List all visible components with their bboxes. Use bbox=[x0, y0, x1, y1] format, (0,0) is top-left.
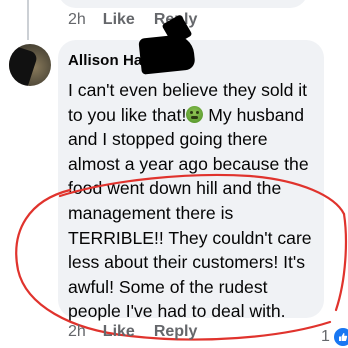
avatar[interactable] bbox=[9, 44, 51, 86]
thread-line bbox=[27, 0, 29, 40]
comment-line: I can't even believe they sold it bbox=[68, 80, 308, 100]
reaction-summary[interactable]: 1 bbox=[321, 326, 348, 348]
previous-comment-time[interactable]: 2h bbox=[68, 11, 86, 29]
comment-actions: 2h Like Reply bbox=[68, 323, 197, 341]
comment-line: people I've had to deal with. bbox=[68, 301, 286, 322]
comment-time[interactable]: 2h bbox=[68, 323, 86, 341]
comment-line: awful! Some of the rudest bbox=[68, 276, 268, 297]
previous-comment-like-button[interactable]: Like bbox=[103, 11, 135, 29]
comment-line: and I stopped going there bbox=[68, 129, 268, 150]
comment-line: TERRIBLE!! They couldn't care bbox=[68, 227, 312, 248]
comment-line: almost a year ago because the bbox=[68, 153, 309, 174]
comment-line-text: My husband bbox=[203, 104, 305, 125]
comment-line: to you like that! My husband bbox=[68, 103, 330, 128]
nauseated-face-icon bbox=[186, 105, 204, 123]
avatar-redaction bbox=[9, 44, 39, 86]
comment-line-text: to you like that! bbox=[68, 104, 187, 125]
redaction-mark bbox=[138, 33, 196, 75]
comment-text: I can't even believe they sold it to you… bbox=[68, 78, 330, 324]
comment-reply-button[interactable]: Reply bbox=[154, 323, 198, 341]
comment-line: management there is bbox=[68, 202, 234, 223]
reaction-count: 1 bbox=[321, 328, 330, 345]
comment-like-button[interactable]: Like bbox=[103, 323, 135, 341]
like-icon bbox=[331, 326, 348, 348]
comment-line: less about their customers! It's bbox=[68, 252, 306, 273]
comment-line: food went down hill and the bbox=[68, 178, 282, 199]
previous-comment-bubble bbox=[58, 0, 308, 8]
